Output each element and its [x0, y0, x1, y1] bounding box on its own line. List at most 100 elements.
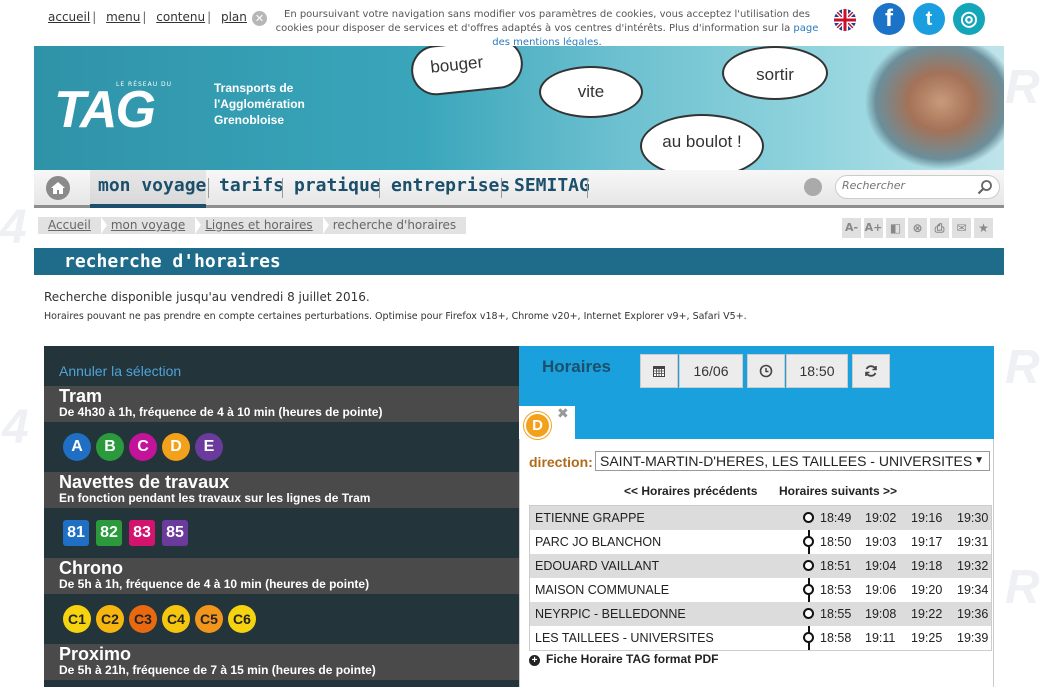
calendar-button[interactable] [640, 354, 678, 388]
nav-separator [587, 178, 588, 198]
pdf-schedule-link[interactable]: + Fiche Horaire TAG format PDF [529, 652, 718, 666]
font-increase-icon[interactable]: A+ [864, 218, 883, 238]
departure-time: 19:36 [957, 607, 989, 621]
stop-dot-icon [803, 632, 814, 643]
line-badge-C2[interactable]: C2 [96, 605, 124, 633]
link-separator: | [207, 10, 212, 24]
departure-time: 18:53 [820, 583, 852, 597]
clock-button[interactable] [747, 354, 785, 388]
tag-subtitle-line: Transports de [214, 81, 294, 95]
table-row: ETIENNE GRAPPE 18:49 19:02 19:16 19:30 [530, 506, 991, 530]
line-badge-83[interactable]: 83 [129, 520, 155, 546]
line-badge-C1[interactable]: C1 [63, 605, 91, 633]
line-badge-81[interactable]: 81 [63, 520, 89, 546]
bell-icon[interactable] [804, 178, 822, 196]
twitter-icon[interactable]: t [913, 3, 945, 35]
line-badge-C5[interactable]: C5 [195, 605, 223, 633]
home-icon[interactable] [46, 176, 70, 200]
uk-flag-icon[interactable] [834, 9, 856, 31]
line-badge-C3[interactable]: C3 [129, 605, 157, 633]
browser-info: Horaires pouvant ne pas prendre en compt… [44, 311, 747, 322]
date-field[interactable]: 16/06 [679, 354, 743, 388]
refresh-button[interactable] [852, 354, 890, 388]
breadcrumb-accueil[interactable]: Accueil [38, 217, 107, 234]
close-tab-icon[interactable]: ✖ [557, 406, 569, 422]
departure-time: 19:03 [865, 535, 897, 549]
close-cookie-icon[interactable]: ✕ [252, 11, 267, 26]
direction-value: SAINT-MARTIN-D'HERES, LES TAILLEES - UNI… [600, 453, 973, 469]
category-tram[interactable]: Tram De 4h30 à 1h, fréquence de 4 à 10 m… [44, 386, 519, 422]
category-desc: De 5h à 21h, fréquence de 7 à 15 min (he… [59, 663, 376, 677]
departure-time: 18:58 [820, 631, 852, 645]
instagram-icon[interactable]: ◎ [953, 3, 985, 35]
favorite-icon[interactable]: ★ [974, 218, 993, 238]
time-field[interactable]: 18:50 [786, 354, 848, 388]
departure-time: 19:06 [865, 583, 897, 597]
departure-time: 19:32 [957, 559, 989, 573]
breadcrumb-lignes-horaires[interactable]: Lignes et horaires [195, 217, 330, 234]
next-schedules-link[interactable]: Horaires suivants >> [779, 484, 897, 498]
accessibility-links: accueil | menu | contenu | plan [48, 10, 247, 24]
schedule-header: Horaires 16/06 18:50 D ✖ [519, 346, 994, 440]
link-accueil[interactable]: accueil [48, 10, 90, 24]
departure-time: 19:02 [865, 511, 897, 525]
category-navettes[interactable]: Navettes de travaux En fonction pendant … [44, 472, 519, 508]
search-icon[interactable] [977, 179, 993, 199]
top-bar: accueil | menu | contenu | plan ✕ En poursu… [34, 0, 1004, 48]
email-icon[interactable]: ✉ [952, 218, 971, 238]
breadcrumb-current: recherche d'horaires [323, 217, 472, 234]
stop-name: PARC JO BLANCHON [535, 535, 662, 549]
search-input[interactable] [842, 179, 972, 192]
previous-schedules-link[interactable]: << Horaires précédents [624, 484, 757, 498]
category-name: Proximo [59, 644, 132, 664]
reset-icon[interactable]: ⊗ [908, 218, 927, 238]
line-badge-E[interactable]: E [195, 433, 223, 461]
search-box [835, 175, 1000, 199]
contrast-icon[interactable]: ◧ [886, 218, 905, 238]
stop-name: NEYRPIC - BELLEDONNE [535, 607, 686, 621]
line-badge-B[interactable]: B [96, 433, 124, 461]
nav-tarifs[interactable]: tarifs [219, 175, 284, 196]
departure-time: 19:04 [865, 559, 897, 573]
category-desc: De 4h30 à 1h, fréquence de 4 à 10 min (h… [59, 405, 383, 419]
link-contenu[interactable]: contenu [156, 10, 205, 24]
departure-time: 19:39 [957, 631, 989, 645]
link-separator: | [92, 10, 97, 24]
cancel-selection-link[interactable]: Annuler la sélection [59, 363, 181, 379]
nav-entreprises[interactable]: entreprises [391, 175, 510, 196]
stop-dot-icon [803, 584, 814, 595]
line-tab-D[interactable]: D ✖ [519, 406, 575, 440]
category-chrono[interactable]: Chrono De 5h à 1h, fréquence de 4 à 10 m… [44, 558, 519, 594]
category-proximo[interactable]: Proximo De 5h à 21h, fréquence de 7 à 15… [44, 644, 519, 680]
tag-logo[interactable]: TAG [54, 80, 156, 140]
print-icon[interactable]: ⎙ [930, 218, 949, 238]
bubble-bouger: bouger [408, 46, 526, 98]
link-plan[interactable]: plan [221, 10, 247, 24]
schedule-body: direction: SAINT-MARTIN-D'HERES, LES TAI… [519, 439, 994, 687]
font-decrease-icon[interactable]: A- [842, 218, 861, 238]
breadcrumb-mon-voyage[interactable]: mon voyage [101, 217, 202, 234]
departure-time: 19:17 [911, 535, 943, 549]
pdf-label: Fiche Horaire TAG format PDF [546, 652, 719, 666]
line-badge-A[interactable]: A [63, 433, 91, 461]
facebook-icon[interactable]: f [873, 3, 905, 35]
background-watermark: 4 [2, 401, 29, 454]
line-badge-C4[interactable]: C4 [162, 605, 190, 633]
line-badge-82[interactable]: 82 [96, 520, 122, 546]
background-watermark: R [1005, 61, 1040, 114]
line-badge-C6[interactable]: C6 [228, 605, 256, 633]
page-tools: A- A+ ◧ ⊗ ⎙ ✉ ★ [842, 218, 996, 238]
direction-select[interactable]: SAINT-MARTIN-D'HERES, LES TAILLEES - UNI… [595, 451, 990, 471]
departure-time: 18:49 [820, 511, 852, 525]
line-badge-D[interactable]: D [162, 433, 190, 461]
bubble-sortir: sortir [722, 46, 828, 100]
nav-mon-voyage[interactable]: mon voyage [98, 175, 206, 196]
table-row: MAISON COMMUNALE 18:53 19:06 19:20 19:34 [530, 578, 991, 602]
nav-semitag[interactable]: SEMITAG [514, 175, 590, 196]
nav-pratique[interactable]: pratique [294, 175, 381, 196]
stop-dot-icon [803, 608, 814, 619]
line-badge-C[interactable]: C [129, 433, 157, 461]
link-menu[interactable]: menu [106, 10, 140, 24]
table-row: NEYRPIC - BELLEDONNE 18:55 19:08 19:22 1… [530, 602, 991, 626]
line-badge-85[interactable]: 85 [162, 520, 188, 546]
